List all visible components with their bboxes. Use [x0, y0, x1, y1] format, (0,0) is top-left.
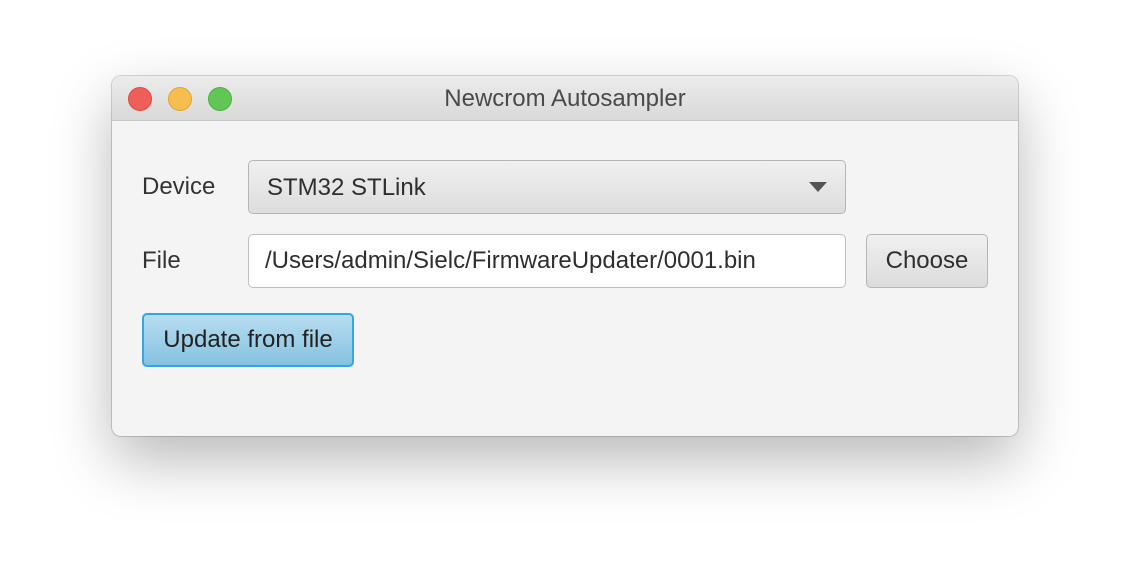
device-label: Device: [142, 173, 216, 200]
window-title: Newcrom Autosampler: [444, 85, 686, 112]
chevron-down-icon[interactable]: [809, 182, 827, 192]
file-path-input[interactable]: [248, 234, 846, 288]
device-select[interactable]: STM32 STLink: [248, 160, 846, 214]
title-bar[interactable]: Newcrom Autosampler: [112, 76, 1018, 121]
app-window: Newcrom Autosampler Device STM32 STLink …: [112, 76, 1018, 436]
choose-button[interactable]: Choose: [866, 234, 988, 288]
update-from-file-button[interactable]: Update from file: [142, 313, 354, 367]
file-label: File: [142, 247, 181, 274]
device-select-value: STM32 STLink: [267, 174, 426, 201]
